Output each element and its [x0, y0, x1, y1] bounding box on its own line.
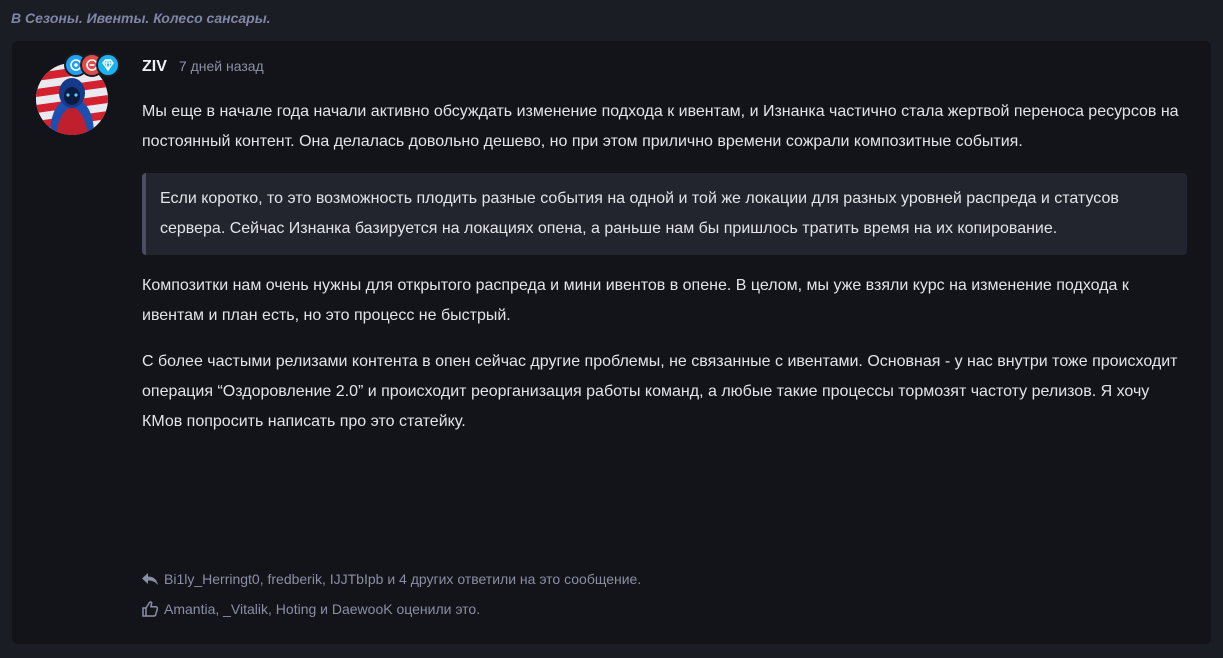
post-paragraph: Мы еще в начале года начали активно обсу… — [142, 103, 1179, 150]
breadcrumb-category[interactable]: В Сезоны. — [11, 10, 83, 26]
reply-arrow-icon — [140, 569, 160, 589]
post-footer: Bi1ly_Herringt0, fredberik, IJJTbIpb и 4… — [140, 564, 641, 624]
quote-text: Если коротко, то это возможность плодить… — [160, 190, 1119, 237]
replies-text[interactable]: Bi1ly_Herringt0, fredberik, IJJTbIpb и 4… — [164, 571, 641, 587]
breadcrumb[interactable]: В Сезоны. Ивенты. Колесо сансары. — [11, 10, 271, 26]
post-paragraph: С более частыми релизами контента в опен… — [142, 353, 1178, 430]
breadcrumb-topic[interactable]: Ивенты. Колесо сансары. — [87, 10, 271, 26]
author-avatar-group[interactable] — [36, 53, 126, 135]
likes-text[interactable]: Amantia, _Vitalik, Hoting и DaewooK оцен… — [164, 601, 480, 617]
author-name[interactable]: ZIV — [142, 58, 167, 76]
topic-header: В Сезоны. Ивенты. Колесо сансары. — [0, 0, 1223, 40]
post-paragraph: Композитки нам очень нужны для открытого… — [142, 277, 1129, 324]
post-card: ZIV 7 дней назад Мы еще в начале года на… — [12, 41, 1211, 644]
diamond-icon — [96, 53, 120, 77]
likes-row[interactable]: Amantia, _Vitalik, Hoting и DaewooK оцен… — [140, 594, 641, 624]
thumbs-up-icon — [140, 599, 160, 619]
post-body: Мы еще в начале года начали активно обсу… — [142, 97, 1187, 437]
post-meta: ZIV 7 дней назад — [142, 58, 264, 76]
post-timestamp[interactable]: 7 дней назад — [179, 58, 264, 74]
post-quote: Если коротко, то это возможность плодить… — [142, 173, 1187, 255]
replies-row[interactable]: Bi1ly_Herringt0, fredberik, IJJTbIpb и 4… — [140, 564, 641, 594]
